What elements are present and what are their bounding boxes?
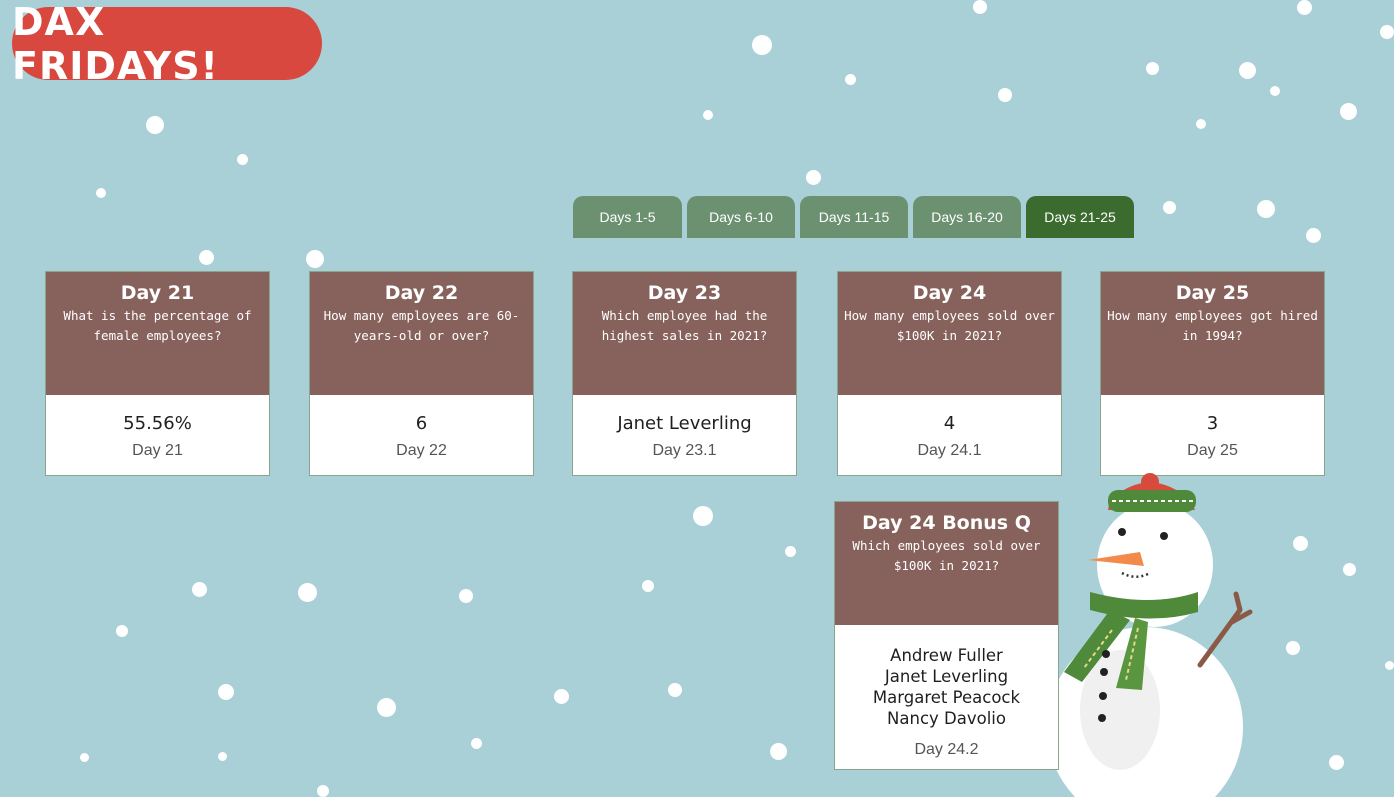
day-range-tabs: Days 1-5 Days 6-10 Days 11-15 Days 16-20… (573, 196, 1134, 238)
tab-days-21-25[interactable]: Days 21-25 (1026, 196, 1134, 238)
list-item: Margaret Peacock (872, 688, 1021, 707)
snowflake (668, 683, 682, 697)
snowflake (377, 698, 396, 717)
snowflake (785, 546, 796, 557)
card-question: How many employees are 60-years-old or o… (323, 308, 520, 343)
list-item: Andrew Fuller (890, 646, 1003, 665)
snowflake (218, 752, 227, 761)
snowflake (1257, 200, 1275, 218)
snowflake (806, 170, 821, 185)
card-label: Day 22 (396, 442, 447, 459)
card-body: 3 Day 25 (1101, 395, 1324, 460)
snowflake (1196, 119, 1206, 129)
card-label: Day 24.1 (917, 442, 982, 459)
card-title: Day 21 (120, 282, 195, 304)
snowflake (471, 738, 482, 749)
snowflake (845, 74, 856, 85)
card-header: Day 22 How many employees are 60-years-o… (310, 272, 533, 395)
tab-days-1-5[interactable]: Days 1-5 (573, 196, 682, 238)
snowflake (237, 154, 248, 165)
snowflake (1329, 755, 1344, 770)
tab-days-11-15[interactable]: Days 11-15 (800, 196, 908, 238)
card-label: Day 21 (132, 442, 183, 459)
snowflake (1343, 563, 1356, 576)
card-header: Day 24 How many employees sold over $100… (838, 272, 1061, 395)
card-header: Day 24 Bonus Q Which employees sold over… (835, 502, 1058, 625)
snowflake (554, 689, 569, 704)
card-header: Day 23 Which employee had the highest sa… (573, 272, 796, 395)
card-label: Day 24.2 (914, 741, 979, 758)
snowflake (703, 110, 713, 120)
snowflake (459, 589, 473, 603)
tab-days-16-20[interactable]: Days 16-20 (913, 196, 1021, 238)
snowflake (770, 743, 787, 760)
card-question: Which employees sold over $100K in 2021? (852, 538, 1041, 573)
card-title: Day 23 (647, 282, 722, 304)
snowflake (973, 0, 987, 14)
snowflake (1163, 201, 1176, 214)
snowflake (693, 506, 713, 526)
snowflake (306, 250, 324, 268)
card-header: Day 25 How many employees got hired in 1… (1101, 272, 1324, 395)
snowflake (96, 188, 106, 198)
snowflake (642, 580, 654, 592)
snowflake (998, 88, 1012, 102)
card-question: Which employee had the highest sales in … (601, 308, 768, 343)
card-value: 55.56% (123, 413, 192, 434)
snowflake (218, 684, 234, 700)
snowflake (146, 116, 164, 134)
card-value: Janet Leverling (617, 413, 752, 434)
card-day-25: Day 25 How many employees got hired in 1… (1100, 271, 1325, 476)
card-day-21: Day 21 What is the percentage of female … (45, 271, 270, 476)
card-day-24: Day 24 How many employees sold over $100… (837, 271, 1062, 476)
snowflake (317, 785, 329, 797)
snowflake (1286, 641, 1300, 655)
snowflake (298, 583, 317, 602)
card-body: Andrew Fuller Janet Leverling Margaret P… (835, 625, 1058, 759)
card-label: Day 25 (1187, 442, 1238, 459)
card-body: Janet Leverling Day 23.1 (573, 395, 796, 460)
card-value: 4 (943, 413, 956, 434)
snowman-icon (1050, 473, 1253, 797)
card-header: Day 21 What is the percentage of female … (46, 272, 269, 395)
card-question: How many employees got hired in 1994? (1107, 308, 1318, 343)
snowflake (1270, 86, 1280, 96)
list-item: Nancy Davolio (887, 709, 1006, 728)
tab-days-6-10[interactable]: Days 6-10 (687, 196, 795, 238)
card-value: 3 (1206, 413, 1219, 434)
snowflake (1385, 661, 1394, 670)
snowflake (199, 250, 214, 265)
snowflake (752, 35, 772, 55)
snowflake (1239, 62, 1256, 79)
snowflake (1146, 62, 1159, 75)
list-item: Janet Leverling (884, 667, 1009, 686)
card-question: What is the percentage of female employe… (63, 308, 252, 343)
snowflake (1306, 228, 1321, 243)
snowflake (192, 582, 207, 597)
card-title: Day 25 (1175, 282, 1250, 304)
snowflake (1340, 103, 1357, 120)
card-body: 4 Day 24.1 (838, 395, 1061, 460)
card-title: Day 22 (384, 282, 459, 304)
snowflake (116, 625, 128, 637)
card-title: Day 24 (912, 282, 987, 304)
card-day-24-bonus: Day 24 Bonus Q Which employees sold over… (834, 501, 1059, 770)
snowflake (1380, 25, 1394, 39)
snowflake (1297, 0, 1312, 15)
card-value: 6 (415, 413, 428, 434)
snowflake (80, 753, 89, 762)
card-day-22: Day 22 How many employees are 60-years-o… (309, 271, 534, 476)
card-body: 55.56% Day 21 (46, 395, 269, 460)
card-label: Day 23.1 (652, 442, 717, 459)
snowflake (1293, 536, 1308, 551)
page-title: DAX FRIDAYS! (12, 0, 322, 88)
card-body: 6 Day 22 (310, 395, 533, 460)
card-day-23: Day 23 Which employee had the highest sa… (572, 271, 797, 476)
card-question: How many employees sold over $100K in 20… (844, 308, 1055, 343)
card-title: Day 24 Bonus Q (862, 512, 1031, 534)
